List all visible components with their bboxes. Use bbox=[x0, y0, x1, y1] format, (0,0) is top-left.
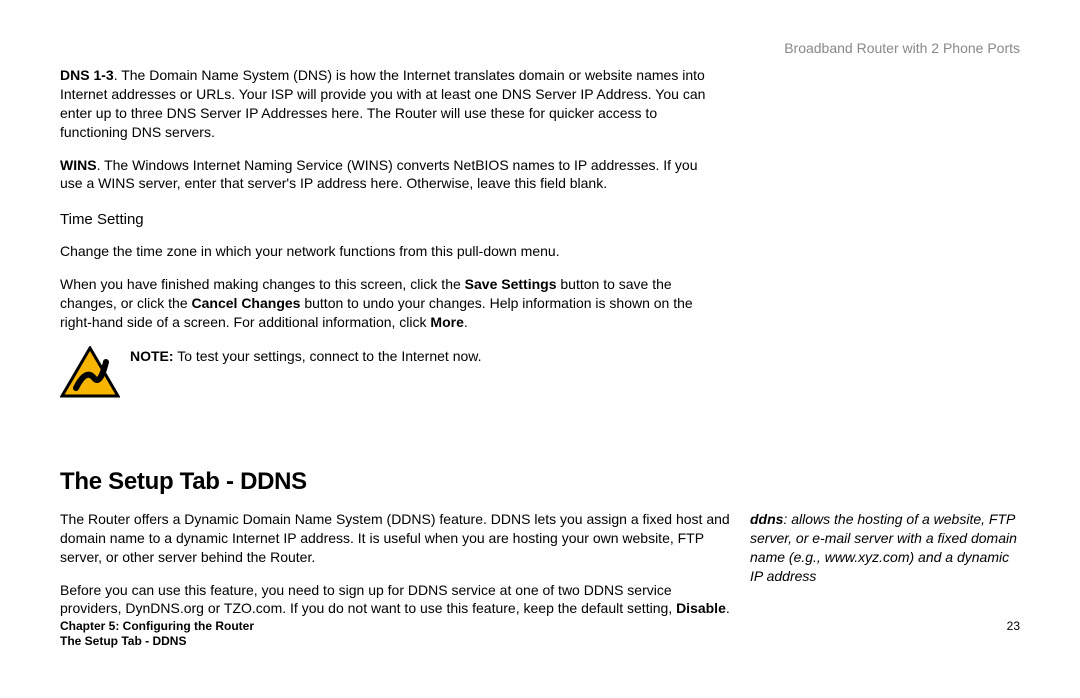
footer-chapter: Chapter 5: Configuring the Router bbox=[60, 619, 254, 635]
ddns-glossary: ddns: allows the hosting of a website, F… bbox=[750, 510, 1020, 586]
wins-label: WINS bbox=[60, 157, 97, 173]
note-body: To test your settings, connect to the In… bbox=[174, 348, 482, 364]
main-content: DNS 1-3. The Domain Name System (DNS) is… bbox=[60, 66, 720, 438]
wins-text: . The Windows Internet Naming Service (W… bbox=[60, 157, 698, 192]
product-header: Broadband Router with 2 Phone Ports bbox=[60, 40, 1020, 56]
note-text: NOTE: To test your settings, connect to … bbox=[130, 346, 482, 364]
note-label: NOTE: bbox=[130, 348, 174, 364]
ts-p2-e: . bbox=[464, 314, 468, 330]
ddns-body: The Router offers a Dynamic Domain Name … bbox=[60, 510, 730, 632]
wins-paragraph: WINS. The Windows Internet Naming Servic… bbox=[60, 156, 720, 194]
dns-label: DNS 1-3 bbox=[60, 67, 114, 83]
footer-section: The Setup Tab - DDNS bbox=[60, 634, 254, 650]
ts-b3: More bbox=[430, 314, 463, 330]
ddns-p1: The Router offers a Dynamic Domain Name … bbox=[60, 510, 730, 567]
time-setting-p1: Change the time zone in which your netwo… bbox=[60, 242, 720, 261]
gloss-term: ddns bbox=[750, 511, 783, 527]
gloss-text: : allows the hosting of a website, FTP s… bbox=[750, 511, 1017, 584]
dns-text: . The Domain Name System (DNS) is how th… bbox=[60, 67, 705, 140]
ddns-p2-a: Before you can use this feature, you nee… bbox=[60, 582, 676, 617]
footer-left: Chapter 5: Configuring the Router The Se… bbox=[60, 619, 254, 650]
ddns-p2: Before you can use this feature, you nee… bbox=[60, 581, 730, 619]
ddns-p2-c: . bbox=[726, 600, 730, 616]
note-block: NOTE: To test your settings, connect to … bbox=[60, 346, 720, 398]
ts-b1: Save Settings bbox=[465, 276, 557, 292]
footer-page-number: 23 bbox=[1007, 619, 1020, 633]
ts-p2-a: When you have finished making changes to… bbox=[60, 276, 465, 292]
ddns-p2-b: Disable bbox=[676, 600, 726, 616]
dns-paragraph: DNS 1-3. The Domain Name System (DNS) is… bbox=[60, 66, 720, 142]
warning-icon bbox=[60, 346, 120, 398]
time-setting-p2: When you have finished making changes to… bbox=[60, 275, 720, 332]
ts-b2: Cancel Changes bbox=[192, 295, 301, 311]
time-setting-heading: Time Setting bbox=[60, 211, 720, 228]
ddns-title: The Setup Tab - DDNS bbox=[60, 468, 1020, 496]
footer: Chapter 5: Configuring the Router The Se… bbox=[60, 619, 1020, 650]
